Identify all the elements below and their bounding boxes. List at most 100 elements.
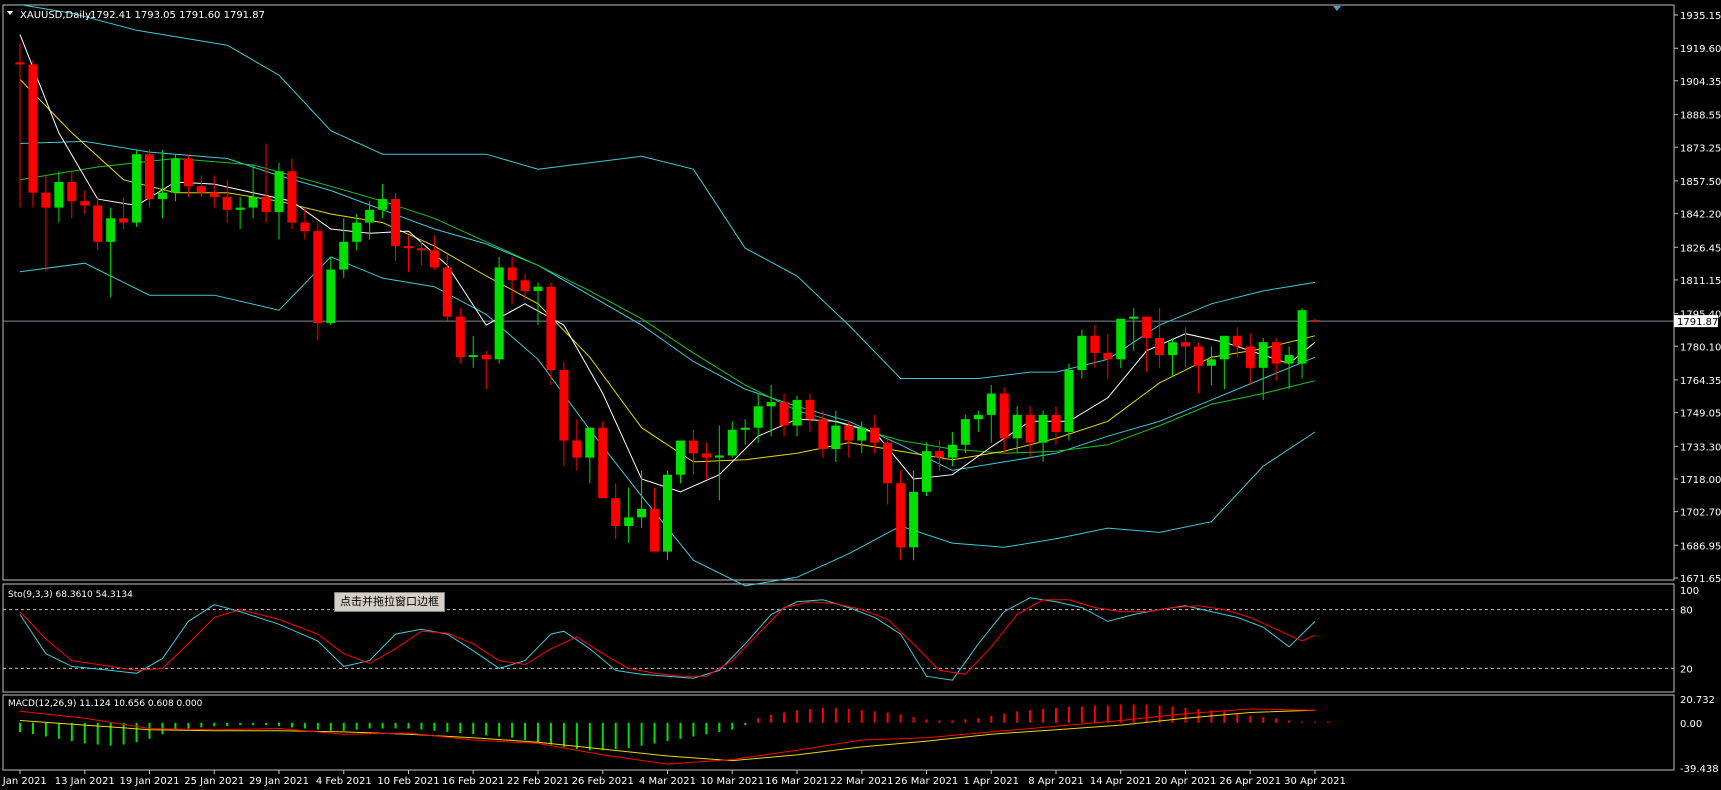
ohlc-label: 1792.41 1793.05 1791.60 1791.87 [90, 10, 265, 21]
candle-body [1064, 369, 1074, 432]
candle [663, 470, 672, 561]
candle-body [1129, 316, 1139, 319]
candle-body [1271, 342, 1281, 364]
candle-body [883, 442, 893, 484]
stochastic-tick-label: 20 [1680, 664, 1693, 675]
macd-tick-label: -39.438 [1680, 764, 1719, 775]
candle [494, 256, 504, 364]
candle-body [183, 158, 193, 187]
candle-body [766, 402, 776, 407]
time-tick-label: 26 Mar 2021 [895, 776, 958, 787]
candle [598, 421, 608, 499]
candle-body [391, 199, 401, 247]
time-tick-label: 30 Apr 2021 [1284, 776, 1346, 787]
candle-body [1206, 359, 1216, 366]
candle-body [80, 201, 90, 206]
candle-body [831, 425, 841, 450]
price-tick-label: 1888.55 [1680, 111, 1721, 122]
price-tick-label: 1873.25 [1680, 143, 1721, 154]
candle-body [468, 355, 478, 358]
candle-body [339, 241, 349, 270]
candle-body [611, 498, 621, 526]
candle-body [1116, 318, 1126, 360]
time-tick-label: 7 Jan 2021 [0, 776, 47, 787]
time-tick-label: 16 Feb 2021 [442, 776, 504, 787]
candle-body [1181, 342, 1190, 347]
candle-body [1090, 335, 1100, 353]
time-tick-label: 22 Mar 2021 [830, 776, 893, 787]
candle-body [779, 402, 789, 426]
candle-body [507, 267, 517, 281]
candle-body [624, 517, 634, 526]
candle-body [585, 427, 595, 458]
candle-body [261, 196, 271, 212]
price-tick-label: 1826.45 [1680, 243, 1721, 254]
candle-body [922, 451, 931, 492]
candle-body [546, 286, 556, 370]
candle-body [145, 154, 154, 200]
candle-body [248, 196, 258, 208]
price-tick-label: 1749.05 [1680, 409, 1721, 420]
price-tick-label: 1919.60 [1680, 44, 1721, 55]
candle-body [688, 440, 698, 454]
candle-body [41, 192, 51, 208]
stochastic-tick-label: 80 [1680, 606, 1693, 617]
candle-body [934, 451, 944, 458]
candle-body [753, 406, 763, 428]
candle-body [1219, 335, 1229, 360]
candle-body [1155, 337, 1165, 356]
drag-border-tooltip: 点击并拖拉窗口边框 [334, 592, 445, 612]
candle-body [352, 222, 362, 242]
candle-body [844, 425, 854, 441]
candle-body [701, 453, 711, 458]
candle [28, 60, 38, 208]
candle-body [67, 181, 77, 202]
candle-body [54, 181, 64, 208]
time-tick-label: 10 Feb 2021 [377, 776, 439, 787]
candle-body [326, 269, 336, 323]
macd-title: MACD(12,26,9) 11.124 10.656 0.608 0.000 [8, 699, 203, 709]
candle-body [1310, 319, 1320, 322]
symbol-label: XAUUSD,Daily [20, 10, 91, 21]
candle-body [727, 429, 737, 456]
candle-body [870, 427, 880, 443]
candle-body [196, 186, 206, 193]
candle-body [1193, 346, 1203, 366]
candle-body [455, 316, 465, 358]
candle-body [222, 196, 232, 210]
candle-body [818, 419, 828, 450]
candle-body [792, 399, 802, 426]
price-tick-label: 1857.50 [1680, 177, 1721, 188]
time-tick-label: 10 Mar 2021 [701, 776, 764, 787]
candle [313, 222, 323, 341]
stochastic-title: Sto(9,3,3) 68.3610 54.3134 [8, 590, 133, 600]
candle-body [663, 474, 672, 552]
candle-body [1142, 316, 1152, 338]
candle-body [93, 205, 103, 242]
candle-body [805, 399, 815, 420]
candle-body [1077, 335, 1087, 370]
time-tick-label: 29 Jan 2021 [249, 776, 309, 787]
candle-body [1245, 346, 1255, 368]
price-tick-label: 1733.30 [1680, 442, 1721, 453]
candle-body [481, 355, 491, 360]
candle-body [416, 248, 426, 251]
candle-body [15, 62, 25, 65]
stochastic-tick-label: 100 [1680, 586, 1699, 597]
candle-body [999, 393, 1009, 439]
candle-body [494, 267, 504, 360]
price-tick-label: 1842.20 [1680, 210, 1721, 221]
candle-body [1297, 310, 1307, 364]
price-tick-label: 1811.15 [1680, 276, 1721, 287]
price-tick-label: 1718.00 [1680, 475, 1721, 486]
candle-body [572, 440, 582, 458]
candle-body [300, 222, 310, 232]
candle-body [1284, 355, 1294, 364]
candle [546, 282, 556, 385]
current-price-tag: 1791.87 [1674, 315, 1718, 328]
price-tick-label: 1686.95 [1680, 541, 1721, 552]
candle-body [740, 427, 750, 430]
candle-body [404, 246, 413, 249]
candle-body [1012, 414, 1022, 439]
time-tick-label: 20 Apr 2021 [1155, 776, 1217, 787]
